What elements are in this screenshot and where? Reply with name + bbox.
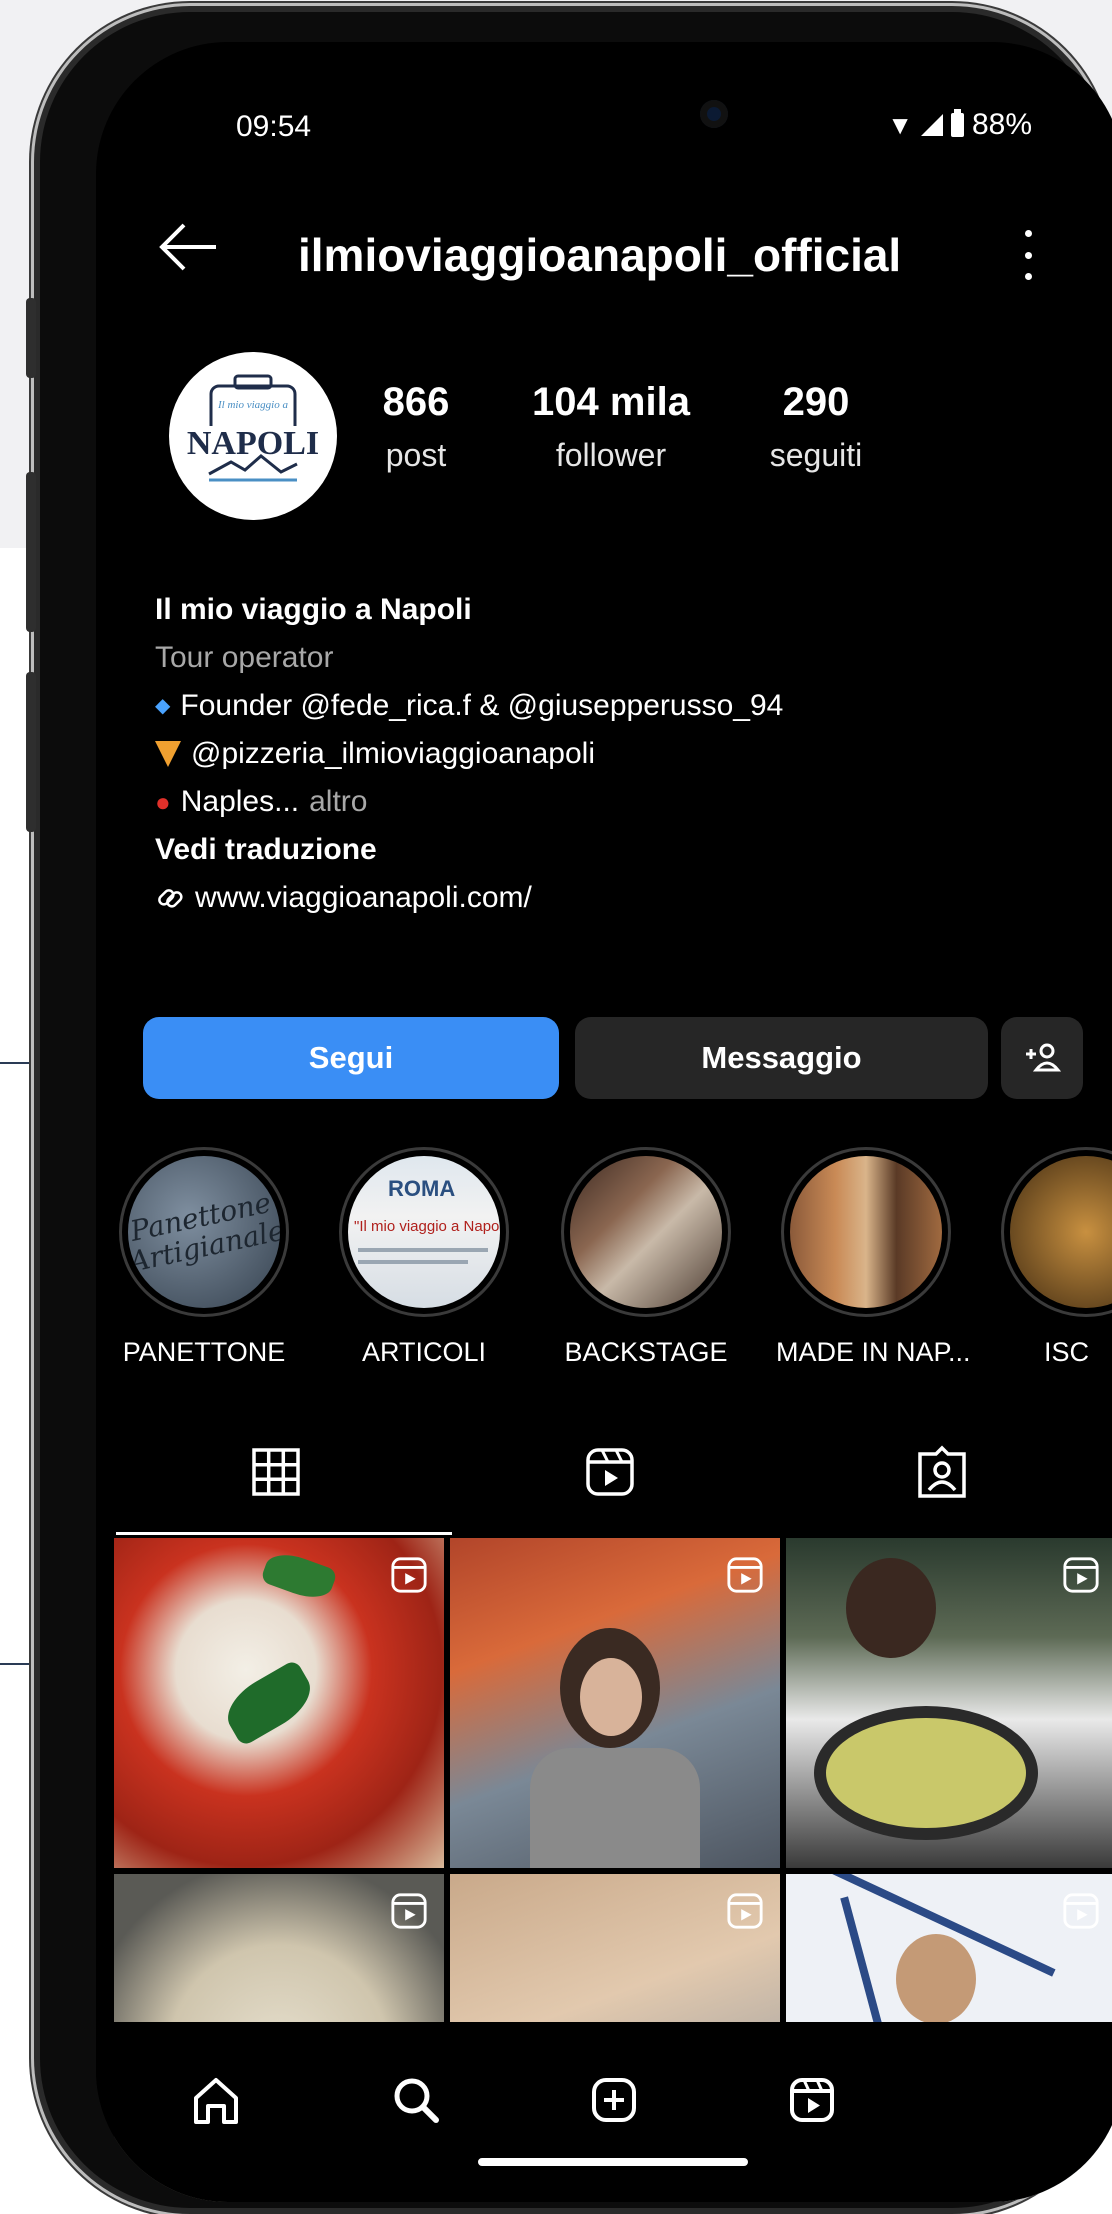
phone-volume-button — [26, 472, 36, 632]
phone-volume-button — [26, 672, 36, 832]
search-icon[interactable] — [386, 2070, 446, 2130]
phone-frame: 09:54 ▼ 88% ilmioviaggioanapoli_official… — [26, 12, 1112, 2208]
bio-founder-text[interactable]: Founder @fede_rica.f & @giusepperusso_94 — [180, 682, 783, 730]
bio-more-link[interactable]: altro — [309, 778, 367, 826]
highlight-panettone[interactable]: Panettone Artigianale PANETTONE — [114, 1147, 294, 1368]
highlight-pic-caption: "Il mio viaggio a Napoli" — [354, 1218, 500, 1235]
reels-nav-icon[interactable] — [782, 2070, 842, 2130]
signal-icon — [920, 114, 943, 136]
grid-icon[interactable] — [246, 1442, 306, 1502]
bio-location-text: Naples... — [180, 785, 300, 818]
stat-following[interactable]: 290 seguiti — [736, 380, 896, 474]
stat-followers[interactable]: 104 mila follower — [506, 380, 716, 474]
phone-side-button — [26, 298, 36, 378]
link-icon — [158, 889, 183, 908]
bio-name: Il mio viaggio a Napoli — [155, 593, 472, 626]
reel-badge-icon — [1063, 1893, 1099, 1929]
bio-website-row[interactable]: www.viaggioanapoli.com/ — [155, 874, 783, 922]
avatar-logo-text: NAPOLI — [187, 425, 319, 462]
home-indicator[interactable] — [478, 2158, 748, 2166]
bio-line-pizzeria: @pizzeria_ilmioviaggioanapoli — [155, 730, 783, 778]
profile-avatar[interactable]: Il mio viaggio a NAPOLI — [169, 352, 337, 520]
home-icon[interactable] — [186, 2070, 246, 2130]
front-camera — [700, 100, 728, 128]
reel-badge-icon — [1063, 1557, 1099, 1593]
active-tab-indicator — [116, 1532, 452, 1535]
follow-button[interactable]: Segui — [143, 1017, 559, 1099]
bio-website[interactable]: www.viaggioanapoli.com/ — [195, 874, 532, 922]
post-tile[interactable] — [786, 1538, 1112, 1868]
see-translation-link[interactable]: Vedi traduzione — [155, 826, 783, 874]
battery-percent: 88% — [971, 108, 1032, 141]
status-time: 09:54 — [236, 110, 312, 143]
highlight-label: MADE IN NAP... — [776, 1337, 971, 1367]
phone-screen: 09:54 ▼ 88% ilmioviaggioanapoli_official… — [96, 42, 1112, 2202]
highlight-label: ARTICOLI — [361, 1337, 487, 1367]
highlight-label: PANETTONE — [122, 1337, 286, 1367]
highlight-isc[interactable]: ISC — [996, 1147, 1112, 1368]
post-tile[interactable] — [450, 1538, 780, 1868]
highlight-pic-text: Panettone Artigianale — [128, 1185, 280, 1279]
tagged-icon[interactable] — [912, 1442, 972, 1502]
add-person-icon — [1026, 1043, 1062, 1072]
create-post-icon[interactable] — [584, 2070, 644, 2130]
bio-pizzeria-text[interactable]: @pizzeria_ilmioviaggioanapoli — [191, 730, 595, 778]
stat-following-label: seguiti — [769, 437, 863, 473]
bio-category: Tour operator — [155, 641, 334, 674]
back-arrow-icon[interactable] — [158, 222, 218, 272]
profile-bio: Il mio viaggio a Napoli Tour operator ◆ … — [155, 586, 783, 922]
battery-icon — [950, 109, 964, 137]
stat-posts-value: 866 — [382, 380, 450, 424]
highlight-pic-text: ROMA — [388, 1176, 456, 1201]
add-person-button[interactable] — [1001, 1017, 1083, 1099]
post-tile[interactable] — [114, 1538, 444, 1868]
reel-badge-icon — [727, 1893, 763, 1929]
reel-badge-icon — [727, 1557, 763, 1593]
status-indicators: ▼ 88% — [887, 108, 1032, 142]
highlight-backstage[interactable]: BACKSTAGE — [556, 1147, 736, 1368]
stat-posts-label: post — [385, 437, 447, 473]
highlight-made-in-napoli[interactable]: MADE IN NAP... — [776, 1147, 971, 1368]
wifi-icon: ▼ — [887, 109, 913, 140]
stat-posts[interactable]: 866 post — [346, 380, 486, 474]
message-button[interactable]: Messaggio — [575, 1017, 988, 1099]
profile-username: ilmioviaggioanapoli_official — [298, 229, 902, 281]
pizza-icon — [155, 741, 181, 767]
reel-badge-icon — [391, 1557, 427, 1593]
highlight-articoli[interactable]: ROMA "Il mio viaggio a Napoli" ARTICOLI — [334, 1147, 514, 1368]
post-grid — [114, 1538, 1112, 2202]
blue-diamond-icon: ◆ — [155, 695, 171, 717]
highlight-label: ISC — [1044, 1337, 1090, 1367]
more-options-icon[interactable] — [1018, 230, 1038, 280]
stat-following-value: 290 — [782, 380, 850, 424]
highlight-label: BACKSTAGE — [564, 1337, 728, 1367]
stat-followers-label: follower — [555, 437, 667, 473]
reels-icon[interactable] — [580, 1442, 640, 1502]
stat-followers-value: 104 mila — [532, 380, 690, 424]
bio-line-founder: ◆ Founder @fede_rica.f & @giusepperusso_… — [155, 682, 783, 730]
bio-line-location: ● Naples... altro — [155, 778, 783, 826]
avatar-logo-small: Il mio viaggio a — [217, 399, 288, 411]
reel-badge-icon — [391, 1893, 427, 1929]
pin-icon: ● — [155, 787, 171, 817]
